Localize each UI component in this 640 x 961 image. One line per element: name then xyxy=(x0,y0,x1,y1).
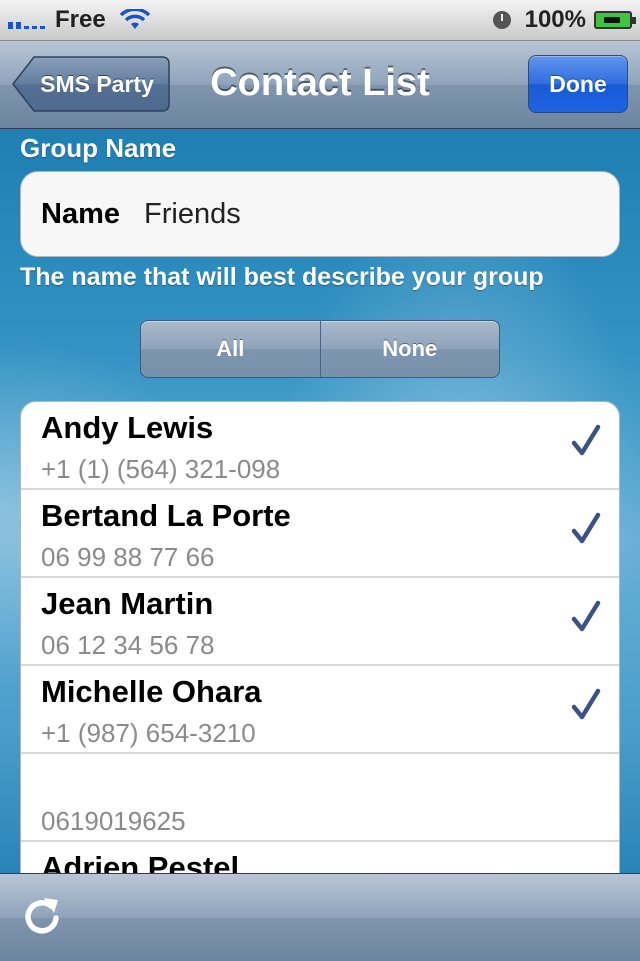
contact-phone: 0619019625 xyxy=(41,806,186,836)
checkmark-icon xyxy=(571,512,601,544)
contact-phone: +1 (1) (564) 321-098 xyxy=(41,454,281,484)
done-button[interactable]: Done xyxy=(528,55,628,113)
battery-percent: 100% xyxy=(524,6,586,33)
group-name-footer: The name that will best describe your gr… xyxy=(20,263,544,291)
contact-row[interactable]: Adrien Pestel xyxy=(21,842,619,873)
signal-icon xyxy=(8,11,45,29)
battery-charging-icon xyxy=(594,11,636,29)
contact-phone: +1 (987) 654-3210 xyxy=(41,718,256,748)
select-segmented-control[interactable]: All None xyxy=(140,320,500,378)
checkmark-icon xyxy=(571,600,601,632)
content-area: Group Name Name Friends The name that wi… xyxy=(0,129,640,873)
contact-phone: 06 12 34 56 78 xyxy=(41,630,215,660)
checkmark-icon xyxy=(571,688,601,720)
checkmark-icon xyxy=(571,424,601,456)
back-button[interactable]: SMS Party xyxy=(12,55,170,113)
contact-row[interactable]: Michelle Ohara +1 (987) 654-3210 xyxy=(21,666,619,754)
contact-row[interactable]: Bertand La Porte 06 99 88 77 66 xyxy=(21,490,619,578)
contact-name: Adrien Pestel xyxy=(41,850,240,873)
contact-row[interactable]: Andy Lewis +1 (1) (564) 321-098 xyxy=(21,402,619,490)
contact-row[interactable]: Jean Martin 06 12 34 56 78 xyxy=(21,578,619,666)
select-all-segment[interactable]: All xyxy=(141,321,320,377)
status-bar: Free 100% xyxy=(0,0,640,41)
contact-phone: 06 99 88 77 66 xyxy=(41,542,215,572)
wifi-icon xyxy=(119,9,150,29)
contact-name: Andy Lewis xyxy=(41,410,214,445)
page-title: Contact List xyxy=(210,62,430,104)
back-button-label: SMS Party xyxy=(40,71,154,97)
group-name-field[interactable]: Friends xyxy=(144,198,241,231)
bottom-toolbar xyxy=(0,873,640,961)
name-label: Name xyxy=(41,197,120,230)
status-right: 100% xyxy=(492,6,636,34)
group-name-cell[interactable]: Name Friends xyxy=(20,171,620,257)
contact-list: Andy Lewis +1 (1) (564) 321-098 Bertand … xyxy=(20,401,620,873)
carrier-name: Free xyxy=(55,6,106,33)
status-left: Free xyxy=(8,6,150,34)
contact-name: Michelle Ohara xyxy=(41,674,262,709)
select-none-segment[interactable]: None xyxy=(319,321,500,377)
clock-icon xyxy=(492,11,511,29)
contact-row[interactable]: 0619019625 xyxy=(21,754,619,842)
contact-name: Jean Martin xyxy=(41,586,214,621)
refresh-icon[interactable] xyxy=(20,894,64,938)
contact-name: Bertand La Porte xyxy=(41,498,291,533)
group-name-header: Group Name xyxy=(20,133,177,163)
navigation-bar: SMS Party Contact List Done xyxy=(0,41,640,129)
